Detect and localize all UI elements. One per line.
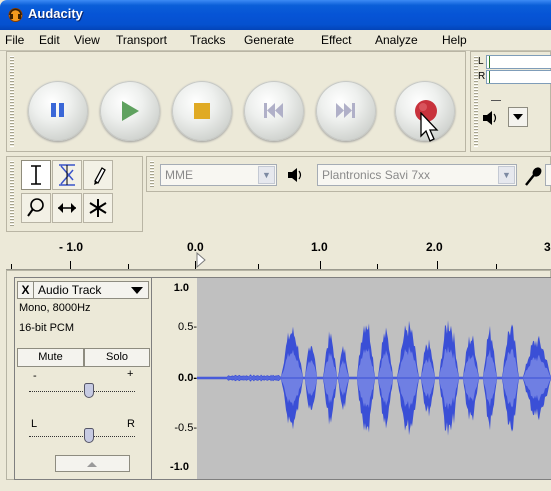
vruler-label: -0.5- bbox=[174, 422, 197, 434]
track-header: X Audio Track bbox=[17, 281, 149, 299]
vruler-label: 0.0- bbox=[178, 372, 197, 384]
track-control-panel: X Audio Track Mono, 8000Hz 16-bit PCM Mu… bbox=[14, 277, 152, 480]
i-beam-icon bbox=[31, 165, 41, 185]
meter-dropdown-button[interactable] bbox=[508, 107, 528, 127]
envelope-tool-button[interactable] bbox=[52, 160, 82, 190]
stop-button[interactable] bbox=[172, 81, 232, 141]
chevron-up-icon bbox=[87, 462, 97, 467]
solo-button[interactable]: Solo bbox=[84, 348, 150, 367]
asterisk-icon bbox=[89, 199, 107, 217]
meter-right-label: R bbox=[478, 71, 486, 82]
audacity-app-icon bbox=[8, 7, 23, 22]
track-format-rate: Mono, 8000Hz bbox=[19, 302, 91, 314]
skip-end-icon bbox=[336, 103, 355, 118]
vruler-label: 1.0 bbox=[173, 282, 189, 294]
meter-left-channel: L bbox=[478, 55, 551, 69]
window-title: Audacity bbox=[28, 6, 83, 21]
transport-toolbar bbox=[6, 51, 466, 152]
menu-transport[interactable]: Transport bbox=[116, 33, 167, 47]
skip-to-end-button[interactable] bbox=[316, 81, 376, 141]
menu-help[interactable]: Help bbox=[442, 33, 467, 47]
meter-right-channel: R bbox=[478, 70, 551, 84]
menu-view[interactable]: View bbox=[74, 33, 100, 47]
menu-edit[interactable]: Edit bbox=[39, 33, 60, 47]
device-toolbar: MME ▼ Plantronics Savi 7xx ▼ bbox=[146, 156, 551, 192]
track-format-bits: 16-bit PCM bbox=[19, 322, 75, 334]
toolbar-grip[interactable] bbox=[474, 56, 478, 147]
output-device-value: Plantronics Savi 7xx bbox=[322, 168, 431, 182]
menu-effect[interactable]: Effect bbox=[321, 33, 351, 47]
draw-tool-button[interactable] bbox=[83, 160, 113, 190]
menu-bar: File Edit View Transport Tracks Generate… bbox=[0, 30, 551, 51]
toolbar-grip[interactable] bbox=[10, 161, 14, 227]
ruler-label: - 1.0 bbox=[59, 240, 84, 254]
vruler-label: -1.0 bbox=[170, 461, 189, 473]
track-name-menu[interactable]: Audio Track bbox=[38, 283, 101, 297]
audio-host-value: MME bbox=[165, 168, 193, 182]
envelope-icon bbox=[59, 164, 75, 186]
menu-tracks[interactable]: Tracks bbox=[190, 33, 226, 47]
menu-generate[interactable]: Generate bbox=[244, 33, 294, 47]
zoom-tool-button[interactable] bbox=[21, 193, 51, 223]
ruler-label: 3 bbox=[544, 240, 551, 254]
pan-slider[interactable]: L R bbox=[21, 418, 145, 448]
toolbar-grip[interactable] bbox=[10, 56, 14, 147]
speaker-icon bbox=[288, 168, 302, 182]
stop-icon bbox=[194, 103, 210, 119]
pause-icon bbox=[51, 103, 64, 117]
magnifier-icon bbox=[27, 198, 44, 217]
audio-host-select[interactable]: MME ▼ bbox=[160, 164, 277, 186]
gain-slider[interactable]: - + bbox=[21, 368, 145, 400]
mute-button[interactable]: Mute bbox=[17, 348, 84, 367]
time-shift-tool-button[interactable] bbox=[52, 193, 82, 223]
play-button[interactable] bbox=[100, 81, 160, 141]
pause-button[interactable] bbox=[28, 81, 88, 141]
vruler-label: 0.5- bbox=[178, 321, 197, 333]
chevron-down-icon[interactable]: ▼ bbox=[258, 166, 275, 184]
status-strip bbox=[0, 480, 551, 491]
vertical-ruler: 1.0 0.5- 0.0- -0.5- -1.0 bbox=[152, 277, 197, 480]
close-track-button[interactable]: X bbox=[18, 282, 34, 298]
pan-slider-thumb[interactable] bbox=[84, 428, 94, 443]
selection-tool-button[interactable] bbox=[21, 160, 51, 190]
speaker-icon bbox=[483, 111, 497, 125]
ruler-label: 2.0 bbox=[426, 240, 443, 254]
timeline-ruler[interactable]: - 1.0 0.0 1.0 2.0 3 bbox=[6, 233, 551, 270]
microphone-icon bbox=[525, 167, 542, 186]
double-arrow-icon bbox=[58, 203, 76, 213]
meter-left-label: L bbox=[478, 56, 484, 67]
pencil-icon bbox=[94, 167, 106, 185]
menu-file[interactable]: File bbox=[5, 33, 24, 47]
skip-start-icon bbox=[264, 103, 283, 118]
play-head-icon bbox=[196, 252, 206, 268]
title-bar: Audacity bbox=[0, 0, 551, 30]
collapse-track-button[interactable] bbox=[55, 455, 130, 472]
mouse-cursor-icon bbox=[420, 112, 439, 142]
gain-slider-thumb[interactable] bbox=[84, 383, 94, 398]
play-icon bbox=[122, 101, 139, 121]
input-device-select[interactable] bbox=[545, 164, 551, 186]
meter-toolbar: L R bbox=[470, 51, 551, 152]
menu-analyze[interactable]: Analyze bbox=[375, 33, 418, 47]
chevron-down-icon[interactable]: ▼ bbox=[498, 166, 515, 184]
chevron-down-icon bbox=[513, 114, 523, 120]
toolbar-grip[interactable] bbox=[150, 161, 154, 187]
chevron-down-icon[interactable] bbox=[130, 285, 144, 295]
output-device-select[interactable]: Plantronics Savi 7xx ▼ bbox=[317, 164, 517, 186]
tools-toolbar bbox=[6, 156, 143, 232]
multi-tool-button[interactable] bbox=[83, 193, 113, 223]
skip-to-start-button[interactable] bbox=[244, 81, 304, 141]
ruler-label: 1.0 bbox=[311, 240, 328, 254]
waveform-display[interactable] bbox=[197, 277, 551, 480]
waveform bbox=[197, 320, 551, 436]
